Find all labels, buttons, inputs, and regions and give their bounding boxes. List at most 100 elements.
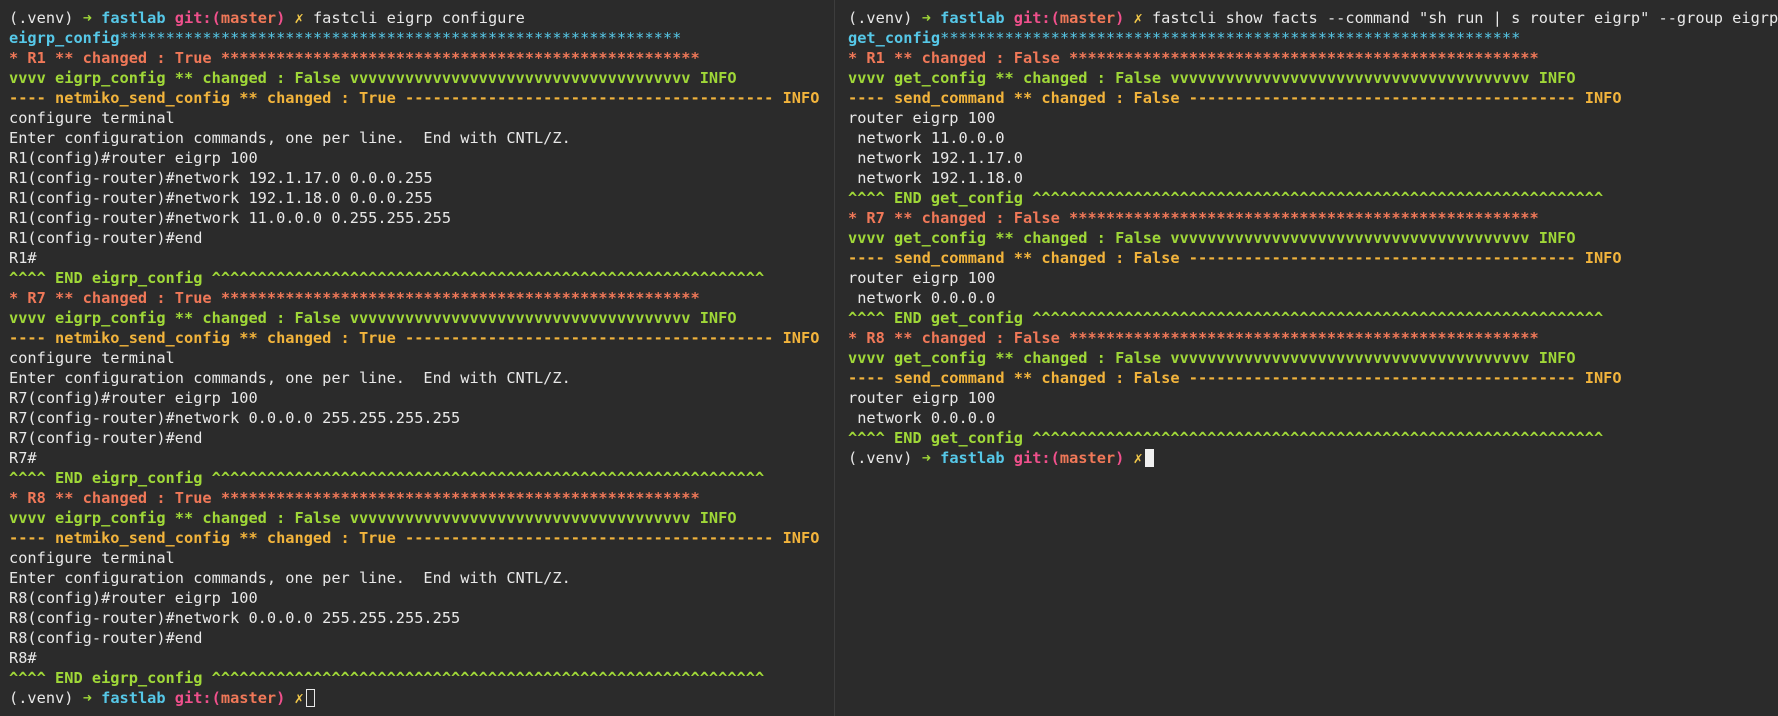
terminal-text-segment: ➜ <box>921 9 941 27</box>
terminal-line: ---- netmiko_send_config ** changed : Tr… <box>9 328 819 348</box>
terminal-text-segment: ---- netmiko_send_config ** changed : Tr… <box>9 89 820 107</box>
terminal-text-segment: ---- send_command ** changed : False ---… <box>848 249 1622 267</box>
cursor <box>305 689 315 707</box>
terminal-text-segment: network 192.1.18.0 <box>848 169 1023 187</box>
cursor <box>1144 449 1154 467</box>
terminal-line: Enter configuration commands, one per li… <box>9 128 819 148</box>
terminal-line: R1(config-router)#end <box>9 228 819 248</box>
terminal-text-segment: get_config <box>848 29 941 47</box>
terminal-text-segment: ) <box>276 689 295 707</box>
terminal-line: router eigrp 100 <box>848 268 1778 288</box>
terminal-line: * R7 ** changed : True *****************… <box>9 288 819 308</box>
terminal-text-segment: ) <box>276 9 295 27</box>
terminal-text-segment: * R7 ** changed : False ****************… <box>848 209 1539 227</box>
terminal-line: R7(config)#router eigrp 100 <box>9 388 819 408</box>
terminal-line: R8(config)#router eigrp 100 <box>9 588 819 608</box>
terminal-line: network 0.0.0.0 <box>848 288 1778 308</box>
terminal-line: ^^^^ END eigrp_config ^^^^^^^^^^^^^^^^^^… <box>9 668 819 688</box>
terminal-text-segment: eigrp_config <box>9 29 120 47</box>
terminal-text-segment: vvvv eigrp_config ** changed : False vvv… <box>9 69 737 87</box>
terminal-text-segment: git:( <box>174 689 221 707</box>
terminal-text-segment: git:( <box>1013 449 1060 467</box>
terminal-text-segment: ---- send_command ** changed : False ---… <box>848 89 1622 107</box>
terminal-text-segment: vvvv eigrp_config ** changed : False vvv… <box>9 509 737 527</box>
terminal-line: get_config******************************… <box>848 28 1778 48</box>
terminal-text-segment: master <box>220 689 277 707</box>
terminal-line: ^^^^ END get_config ^^^^^^^^^^^^^^^^^^^^… <box>848 428 1778 448</box>
terminal-text-segment: network 0.0.0.0 <box>848 409 996 427</box>
terminal-text-segment: R1# <box>9 249 37 267</box>
terminal-text-segment: router eigrp 100 <box>848 269 996 287</box>
terminal-text-segment: Enter configuration commands, one per li… <box>9 369 571 387</box>
terminal-text-segment: network 192.1.17.0 <box>848 149 1023 167</box>
terminal-line: * R8 ** changed : False ****************… <box>848 328 1778 348</box>
terminal-line: R8(config-router)#end <box>9 628 819 648</box>
terminal-line: R7(config-router)#network 0.0.0.0 255.25… <box>9 408 819 428</box>
terminal-line: Enter configuration commands, one per li… <box>9 568 819 588</box>
terminal-line: ---- send_command ** changed : False ---… <box>848 248 1778 268</box>
terminal-line: R1(config)#router eigrp 100 <box>9 148 819 168</box>
terminal-line: (.venv) ➜ fastlab git:(master) ✗ <box>9 688 819 708</box>
terminal-line: R1(config-router)#network 192.1.18.0 0.0… <box>9 188 819 208</box>
terminal-text-segment: Enter configuration commands, one per li… <box>9 569 571 587</box>
terminal-text-segment: R1(config-router)#network 11.0.0.0 0.255… <box>9 209 452 227</box>
terminal-text-segment: vvvv get_config ** changed : False vvvvv… <box>848 229 1576 247</box>
terminal-line: router eigrp 100 <box>848 108 1778 128</box>
left-terminal-pane[interactable]: (.venv) ➜ fastlab git:(master) ✗ fastcli… <box>0 0 834 716</box>
terminal-line: network 192.1.17.0 <box>848 148 1778 168</box>
terminal-text-segment: * R8 ** changed : False ****************… <box>848 329 1539 347</box>
terminal-line: ^^^^ END eigrp_config ^^^^^^^^^^^^^^^^^^… <box>9 468 819 488</box>
terminal-text-segment: (.venv) <box>848 9 922 27</box>
terminal-line: ---- netmiko_send_config ** changed : Tr… <box>9 88 819 108</box>
terminal-line: (.venv) ➜ fastlab git:(master) ✗ fastcli… <box>848 8 1778 28</box>
terminal-text-segment: configure terminal <box>9 349 175 367</box>
terminal-line: * R8 ** changed : True *****************… <box>9 488 819 508</box>
terminal-text-segment: ) <box>1115 9 1134 27</box>
terminal-text-segment: ) <box>1115 449 1134 467</box>
terminal-line: vvvv eigrp_config ** changed : False vvv… <box>9 308 819 328</box>
terminal-text-segment: ---- netmiko_send_config ** changed : Tr… <box>9 329 820 347</box>
terminal-line: ---- send_command ** changed : False ---… <box>848 88 1778 108</box>
terminal-text-segment: R7# <box>9 449 37 467</box>
terminal-text-segment: R8(config-router)#end <box>9 629 203 647</box>
terminal-line: R1(config-router)#network 11.0.0.0 0.255… <box>9 208 819 228</box>
terminal-text-segment: R7(config-router)#end <box>9 429 203 447</box>
terminal-text-segment: ✗ <box>294 9 313 27</box>
terminal-text-segment: * R1 ** changed : False ****************… <box>848 49 1539 67</box>
terminal-line: network 11.0.0.0 <box>848 128 1778 148</box>
terminal-line: ^^^^ END eigrp_config ^^^^^^^^^^^^^^^^^^… <box>9 268 819 288</box>
terminal-line: (.venv) ➜ fastlab git:(master) ✗ fastcli… <box>9 8 819 28</box>
terminal-text-segment: vvvv get_config ** changed : False vvvvv… <box>848 69 1576 87</box>
right-terminal-pane[interactable]: (.venv) ➜ fastlab git:(master) ✗ fastcli… <box>835 0 1778 716</box>
terminal-text-segment: R1(config-router)#network 192.1.18.0 0.0… <box>9 189 433 207</box>
terminal-text-segment: network 0.0.0.0 <box>848 289 996 307</box>
terminal-text-segment: fastlab <box>101 689 175 707</box>
terminal-text-segment: R7(config-router)#network 0.0.0.0 255.25… <box>9 409 461 427</box>
terminal-line: network 0.0.0.0 <box>848 408 1778 428</box>
terminal-text-segment: ^^^^ END get_config ^^^^^^^^^^^^^^^^^^^^… <box>848 309 1604 327</box>
terminal-output: (.venv) ➜ fastlab git:(master) ✗ fastcli… <box>9 8 819 708</box>
terminal-text-segment: git:( <box>1013 9 1060 27</box>
terminal-text-segment: router eigrp 100 <box>848 389 996 407</box>
terminal-text-segment: network 11.0.0.0 <box>848 129 1005 147</box>
terminal-line: vvvv eigrp_config ** changed : False vvv… <box>9 508 819 528</box>
terminal-text-segment: * R7 ** changed : True *****************… <box>9 289 700 307</box>
terminal-text-segment: ---- send_command ** changed : False ---… <box>848 369 1622 387</box>
terminal-text-segment: git:( <box>174 9 221 27</box>
terminal-text-segment: vvvv eigrp_config ** changed : False vvv… <box>9 309 737 327</box>
terminal-text-segment: ^^^^ END eigrp_config ^^^^^^^^^^^^^^^^^^… <box>9 469 765 487</box>
terminal-text-segment: configure terminal <box>9 109 175 127</box>
terminal-line: configure terminal <box>9 548 819 568</box>
terminal-line: Enter configuration commands, one per li… <box>9 368 819 388</box>
terminal-line: ---- send_command ** changed : False ---… <box>848 368 1778 388</box>
terminal-line: configure terminal <box>9 108 819 128</box>
terminal-text-segment: master <box>220 9 277 27</box>
terminal-text-segment: fastlab <box>940 9 1014 27</box>
terminal-line: vvvv eigrp_config ** changed : False vvv… <box>9 68 819 88</box>
terminal-line: * R1 ** changed : False ****************… <box>848 48 1778 68</box>
terminal-text-segment: R8(config-router)#network 0.0.0.0 255.25… <box>9 609 461 627</box>
terminal-line: vvvv get_config ** changed : False vvvvv… <box>848 68 1778 88</box>
terminal-line: R7# <box>9 448 819 468</box>
terminal-line: vvvv get_config ** changed : False vvvvv… <box>848 348 1778 368</box>
terminal-line: (.venv) ➜ fastlab git:(master) ✗ <box>848 448 1778 468</box>
